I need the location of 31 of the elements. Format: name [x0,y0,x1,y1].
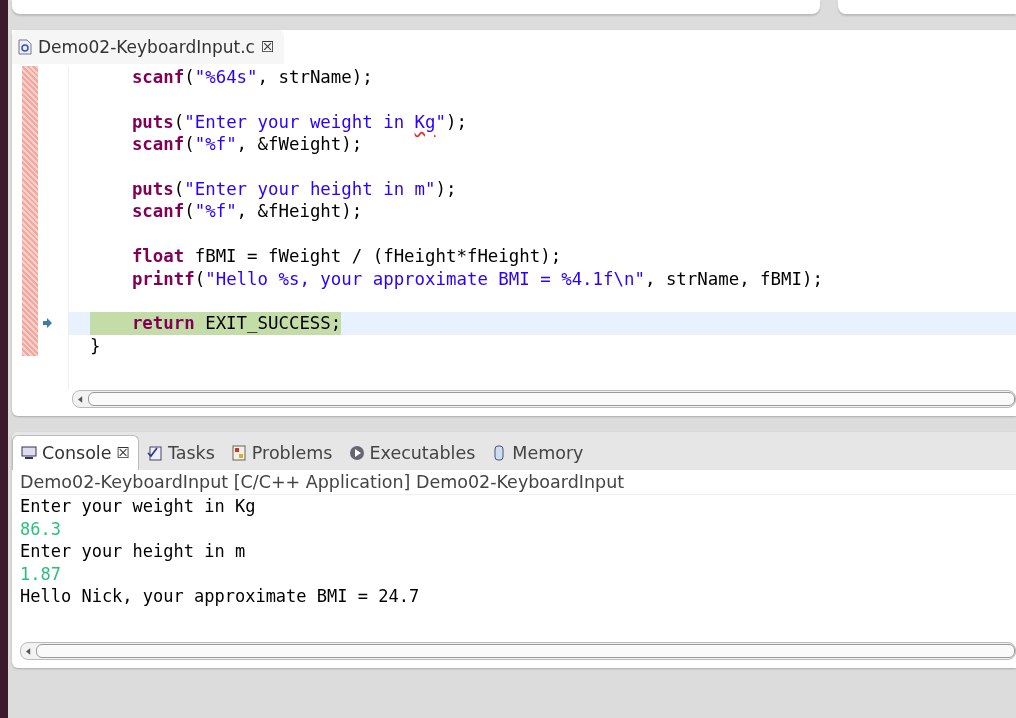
console-line: Hello Nick, your approximate BMI = 24.7 [20,585,421,608]
left-arrow-icon[interactable] [26,647,31,655]
console-header: Demo02-KeyboardInput [C/C++ Application] Demo02-KeyboardInput [20,470,1016,495]
close-icon[interactable]: ☒ [260,38,275,56]
c-file-icon [18,39,32,55]
code-line: } [90,334,101,358]
left-arrow-icon[interactable] [78,395,83,403]
view-tab[interactable]: Console ☒ [12,435,139,470]
code-line: puts("Enter your height in m"); [130,177,457,201]
file-tab[interactable]: Demo02-KeyboardInput.c ☒ [12,30,285,64]
clipboard-icon [146,445,163,461]
horizontal-scrollbar[interactable] [72,390,1016,408]
view-tab[interactable]: Executables [340,436,484,470]
close-icon[interactable]: ☒ [116,444,130,462]
monitor-icon [21,445,37,461]
code-line: scanf("%64s", strName); [130,66,373,89]
console-line: 86.3 [20,517,62,540]
problems-icon [230,445,247,461]
code-line: scanf("%f", &fWeight); [130,133,363,156]
view-tab[interactable]: Memory [483,436,592,470]
code-line: scanf("%f", &fHeight); [130,200,363,223]
code-line: puts("Enter your weight in Kg"); [130,110,467,134]
play-icon [348,445,365,461]
code-line: printf("Hello %s, your approximate BMI = %4.1f\n", strName, fBMI); [130,267,823,290]
horizontal-scrollbar[interactable] [20,642,1016,660]
view-tab[interactable]: Tasks [138,436,223,470]
console-line: Enter your weight in Kg [20,495,257,518]
view-tab[interactable]: Problems [222,436,341,470]
console-line: Enter your height in m [20,540,247,563]
code-line: float fBMI = fWeight / (fHeight*fHeight); [130,245,562,268]
console-line: 1.87 [20,562,62,585]
